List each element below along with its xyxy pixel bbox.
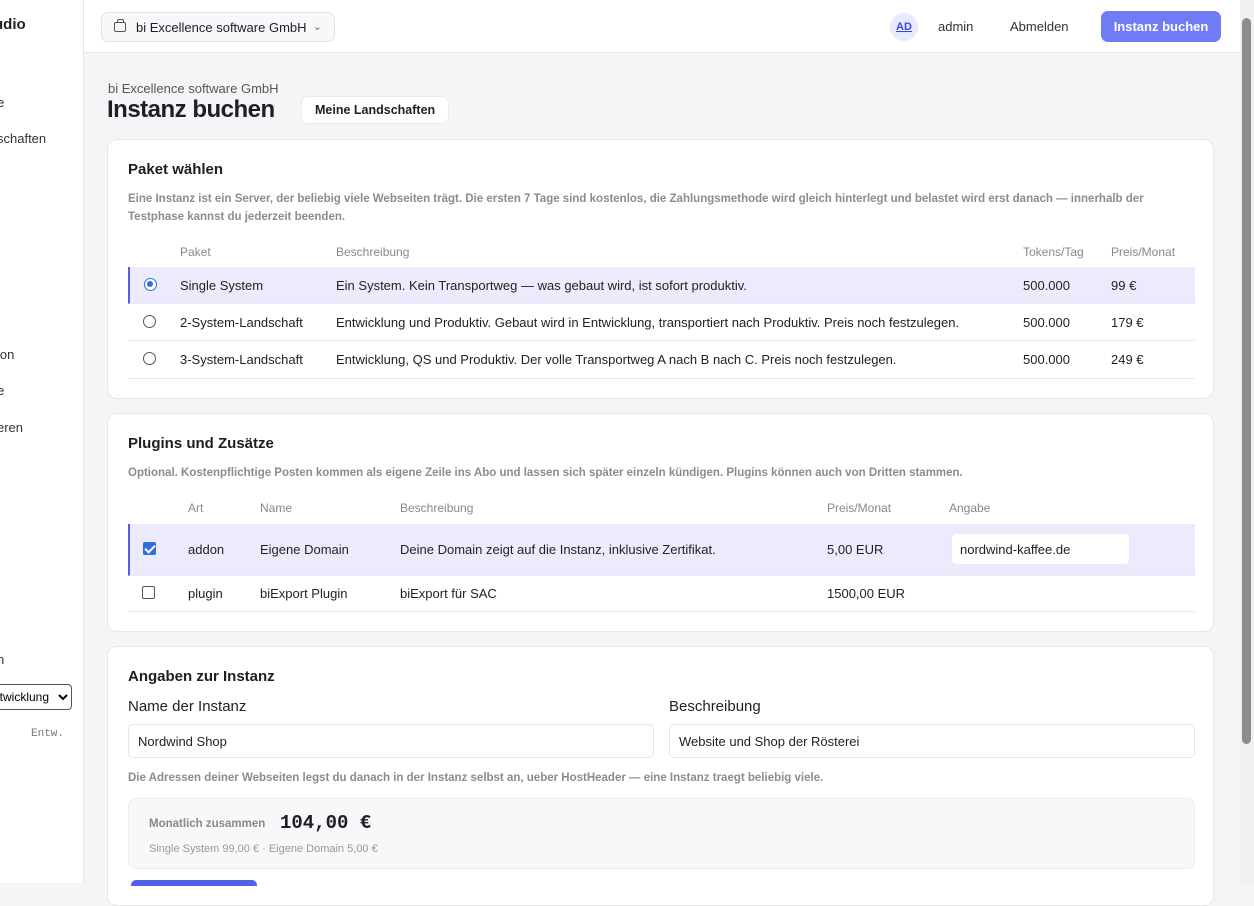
chevron-down-icon: ⌄	[312, 21, 322, 33]
sidebar-item-1[interactable]: e	[0, 95, 4, 110]
environment-short-label: Entw.	[31, 728, 65, 740]
plugin-name: Eigene Domain	[260, 542, 349, 557]
col-header-name: Name	[260, 501, 293, 515]
plugin-row-domain[interactable]: addon Eigene Domain Deine Domain zeigt a…	[128, 524, 1195, 576]
package-price: 99 €	[1111, 278, 1137, 293]
col-header-preis: Preis/Monat	[827, 501, 892, 515]
package-radio-single[interactable]	[144, 278, 157, 291]
organization-select[interactable]: bi Excellence software GmbH ⌄	[101, 12, 335, 42]
plugin-checkbox-domain[interactable]	[143, 542, 156, 555]
package-row-single[interactable]: Single System Ein System. Kein Transport…	[128, 267, 1195, 304]
instance-desc-input[interactable]: Website und Shop der Rösterei	[669, 724, 1195, 758]
sidebar: udio e schaften ion e eren n Entwicklung…	[0, 0, 84, 883]
instance-name-label: Name der Instanz	[128, 698, 247, 715]
plugin-desc: biExport für SAC	[400, 586, 497, 601]
package-card: Paket wählen Eine Instanz ist ein Server…	[107, 139, 1214, 399]
col-header-tokens: Tokens/Tag	[1023, 245, 1084, 259]
col-header-beschreibung: Beschreibung	[336, 245, 410, 259]
package-desc: Entwicklung und Produktiv. Gebaut wird i…	[336, 315, 960, 330]
monthly-summary: Monatlich zusammen 104,00 € Single Syste…	[128, 798, 1195, 869]
instance-heading: Angaben zur Instanz	[128, 668, 275, 685]
plugin-checkbox-biexport[interactable]	[142, 586, 155, 599]
organization-name: bi Excellence software GmbH	[136, 19, 307, 35]
instance-hint: Die Adressen deiner Webseiten legst du d…	[128, 772, 824, 784]
instance-card: Angaben zur Instanz Name der Instanz Nor…	[107, 646, 1214, 906]
breadcrumb: bi Excellence software GmbH	[108, 81, 279, 96]
instance-desc-label: Beschreibung	[669, 698, 761, 715]
sidebar-item-landschaften[interactable]: schaften	[0, 131, 46, 146]
package-tokens: 500.000	[1023, 278, 1070, 293]
logout-button[interactable]: Abmelden	[1010, 19, 1069, 34]
plugin-type: plugin	[188, 586, 223, 601]
package-price: 249 €	[1111, 352, 1144, 367]
instance-name-input[interactable]: Nordwind Shop	[128, 724, 654, 758]
environment-select[interactable]: Entwicklung	[0, 684, 72, 710]
package-name: 3-System-Landschaft	[180, 352, 303, 367]
plugins-card: Plugins und Zusätze Optional. Kostenpfli…	[107, 413, 1214, 632]
app-brand: udio	[0, 16, 26, 33]
package-tokens: 500.000	[1023, 352, 1070, 367]
plugin-name: biExport Plugin	[260, 586, 348, 601]
package-price: 179 €	[1111, 315, 1144, 330]
package-tokens: 500.000	[1023, 315, 1070, 330]
plugin-row-biexport[interactable]: plugin biExport Plugin biExport für SAC …	[128, 576, 1195, 612]
top-bar: bi Excellence software GmbH ⌄ AD admin A…	[84, 0, 1240, 53]
package-name: 2-System-Landschaft	[180, 315, 303, 330]
package-desc: Entwicklung, QS und Produktiv. Der volle…	[336, 352, 897, 367]
monthly-total-value: 104,00 €	[280, 812, 372, 834]
page-title: Instanz buchen	[107, 96, 275, 123]
package-heading: Paket wählen	[128, 161, 224, 178]
scrollbar-thumb[interactable]	[1242, 18, 1251, 744]
col-header-preis: Preis/Monat	[1111, 245, 1176, 259]
package-desc: Ein System. Kein Transportweg — was geba…	[336, 278, 747, 293]
plugin-type: addon	[188, 542, 225, 557]
briefcase-icon	[114, 19, 126, 32]
plugin-desc: Deine Domain zeigt auf die Instanz, inkl…	[400, 542, 716, 557]
monthly-breakdown: Single System 99,00 € · Eigene Domain 5,…	[149, 843, 378, 855]
plugin-price: 1500,00 EUR	[827, 586, 906, 601]
col-header-paket: Paket	[180, 245, 211, 259]
monthly-total-label: Monatlich zusammen	[149, 818, 266, 830]
col-header-art: Art	[188, 501, 204, 515]
book-instance-button[interactable]: Instanz buchen	[1101, 11, 1221, 42]
plugins-heading: Plugins und Zusätze	[128, 435, 274, 452]
package-name: Single System	[180, 278, 264, 293]
my-landscapes-button[interactable]: Meine Landschaften	[301, 96, 450, 124]
package-row-3system[interactable]: 3-System-Landschaft Entwicklung, QS und …	[128, 341, 1195, 379]
username: admin	[938, 19, 974, 34]
package-radio-2system[interactable]	[143, 315, 156, 328]
package-description: Eine Instanz ist ein Server, der beliebi…	[128, 193, 1144, 223]
sidebar-item-6: n	[0, 652, 4, 667]
sidebar-item-5[interactable]: eren	[0, 420, 23, 435]
submit-button[interactable]	[131, 880, 257, 886]
sidebar-item-4[interactable]: e	[0, 383, 4, 398]
avatar[interactable]: AD	[890, 13, 918, 41]
col-header-angabe: Angabe	[949, 501, 991, 515]
col-header-beschreibung: Beschreibung	[400, 501, 474, 515]
sidebar-item-3[interactable]: ion	[0, 347, 14, 362]
domain-input[interactable]: nordwind-kaffee.de	[951, 533, 1130, 565]
plugins-description: Optional. Kostenpflichtige Posten kommen…	[128, 467, 963, 479]
package-radio-3system[interactable]	[143, 352, 156, 365]
package-row-2system[interactable]: 2-System-Landschaft Entwicklung und Prod…	[128, 304, 1195, 341]
plugin-price: 5,00 EUR	[827, 542, 884, 557]
